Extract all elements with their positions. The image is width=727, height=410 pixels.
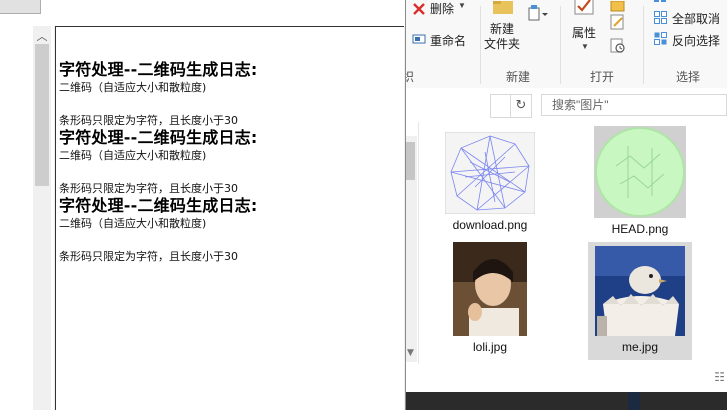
file-item-me[interactable]: me.jpg [588, 242, 692, 360]
file-item-loli[interactable]: loli.jpg [440, 242, 540, 354]
properties-button[interactable]: 属性 [572, 24, 596, 41]
refresh-icon[interactable]: ↻ [510, 94, 532, 118]
log-title: 字符处理--二维码生成日志: [59, 196, 258, 215]
file-name: loli.jpg [472, 340, 508, 354]
ribbon-separator [560, 6, 561, 84]
new-folder-label-line2: 文件夹 [484, 37, 521, 51]
history-icon[interactable] [610, 38, 626, 58]
group-select-label: 选择 [676, 70, 701, 84]
select-none-button[interactable]: 全部取消 [672, 10, 720, 27]
scrollbar-thumb[interactable] [35, 44, 49, 186]
file-name: HEAD.png [611, 222, 669, 236]
delete-button[interactable]: 删除 [430, 0, 454, 17]
details-view-icon[interactable]: ☷ [714, 370, 725, 384]
file-name: download.png [452, 218, 528, 232]
select-none-icon [654, 10, 668, 29]
properties-dropdown-icon[interactable]: ▼ [581, 42, 589, 51]
group-open-label: 打开 [590, 70, 615, 84]
log-spacer [59, 231, 257, 249]
head-qr-image [595, 127, 685, 217]
file-thumbnail [453, 242, 527, 336]
scrollbar-thumb[interactable] [406, 142, 415, 180]
log-line: 二维码（自适应大小和散粒度) [59, 217, 207, 230]
log-text-area[interactable]: 字符处理--二维码生成日志: 二维码（自适应大小和散粒度) 条形码只限定为字符，… [55, 26, 404, 410]
invert-selection-icon [654, 31, 668, 50]
invert-selection-button[interactable]: 反向选择 [672, 32, 720, 49]
ribbon-separator [480, 6, 481, 84]
file-name: me.jpg [621, 340, 659, 354]
log-content: 字符处理--二维码生成日志: 二维码（自适应大小和散粒度) 条形码只限定为字符，… [59, 60, 257, 264]
scroll-up-icon[interactable]: ︿ [33, 28, 51, 44]
portrait-photo [453, 242, 527, 336]
file-thumbnail [444, 131, 536, 215]
log-viewer-window: ︿ 字符处理--二维码生成日志: 二维码（自适应大小和散粒度) 条形码只限定为字… [0, 0, 406, 410]
search-input[interactable]: 搜索"图片" [541, 94, 727, 116]
new-folder-icon [492, 0, 514, 19]
log-spacer [59, 163, 257, 181]
delete-icon [412, 0, 426, 19]
chick-photo [595, 246, 685, 336]
new-folder-label-line1: 新建 [489, 22, 514, 36]
qr-mesh-image [444, 131, 536, 215]
side-panel-scrollbar[interactable]: ︿ [33, 26, 51, 410]
ribbon-separator [643, 6, 644, 84]
status-bar: ☷ [400, 364, 727, 392]
log-line: 条形码只限定为字符，且长度小于30 [59, 182, 238, 195]
file-item-head[interactable]: HEAD.png [590, 126, 690, 236]
new-folder-button[interactable]: 新建 文件夹 [484, 22, 520, 52]
toolbar-button[interactable] [0, 0, 41, 14]
rename-icon [412, 31, 426, 50]
log-title: 字符处理--二维码生成日志: [59, 60, 258, 79]
edit-icon[interactable] [610, 14, 626, 34]
log-spacer [59, 95, 257, 113]
rename-button[interactable]: 重命名 [430, 32, 466, 49]
group-new-label: 新建 [506, 70, 531, 84]
log-line: 条形码只限定为字符，且长度小于30 [59, 114, 238, 127]
new-item-icon[interactable] [527, 4, 551, 26]
file-thumbnail [594, 126, 686, 218]
file-item-download[interactable]: download.png [440, 131, 540, 232]
viewer-toolbar [0, 0, 405, 26]
taskbar-fragment [628, 392, 640, 410]
log-line: 二维码（自适应大小和散粒度) [59, 149, 207, 162]
ribbon: 删除 ▼ 重命名 织 新建 文件夹 新建 属性 ▼ 打开 全部取消 反向选择 选… [400, 0, 727, 89]
properties-icon [574, 0, 596, 20]
file-thumbnail [595, 246, 685, 336]
log-title: 字符处理--二维码生成日志: [59, 128, 258, 147]
delete-dropdown-icon[interactable]: ▼ [458, 1, 466, 10]
log-line: 二维码（自适应大小和散粒度) [59, 81, 207, 94]
log-line: 条形码只限定为字符，且长度小于30 [59, 250, 238, 263]
file-explorer-window: 删除 ▼ 重命名 织 新建 文件夹 新建 属性 ▼ 打开 全部取消 反向选择 选… [400, 0, 727, 392]
